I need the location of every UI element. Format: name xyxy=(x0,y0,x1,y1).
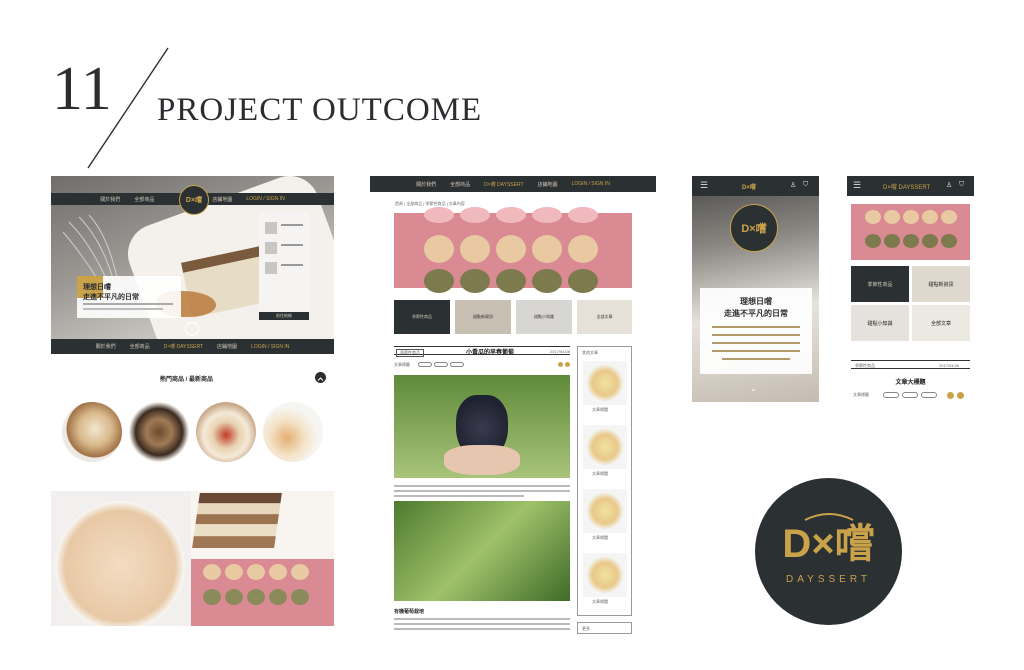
sidebar-thumb-1[interactable] xyxy=(583,361,627,405)
card-seasonal[interactable]: 季節性商品 xyxy=(394,300,450,334)
footer-products[interactable]: 全部商品 xyxy=(130,343,150,350)
checkout-button[interactable]: 前往結帳 xyxy=(259,312,309,320)
user-icon-2[interactable]: ♙ xyxy=(946,181,952,189)
mobile-article-mockup: ☰ D×嚐 DAYSSERT ♙ ⛉ 季節性商品 甜點新資訊 甜點小知識 全部文… xyxy=(847,176,974,408)
mobile1-scroll-icon[interactable]: ⌄ xyxy=(750,384,757,393)
m2-title: 文章大標題 xyxy=(895,380,926,386)
card-news[interactable]: 甜點新資訊 xyxy=(455,300,511,334)
mobile-home-mockup: ☰ D×嚐 ♙ ⛉ D×嚐 理想日嚐 走進不平凡的日常 ⌄ xyxy=(692,176,819,402)
article-date: 2017/04/26 xyxy=(550,349,571,354)
mobile1-nav-logo[interactable]: D×嚐 xyxy=(742,182,756,191)
mobile1-hero-card: 理想日嚐 走進不平凡的日常 xyxy=(700,288,812,374)
share-icon[interactable] xyxy=(957,392,964,399)
brand-logo-wordmark: DAYSSERT xyxy=(786,574,871,585)
product-circle-1[interactable] xyxy=(62,402,122,462)
mobile1-hero-line1: 理想日嚐 xyxy=(740,297,772,306)
m2-card-news[interactable]: 甜點新資訊 xyxy=(912,266,970,302)
article-nav-login[interactable]: LOGIN / SIGN IN xyxy=(572,181,610,187)
tiramisu-image xyxy=(192,493,282,548)
nav-products[interactable]: 全部商品 xyxy=(134,196,154,203)
sidebar-item-2[interactable]: 文章標題 xyxy=(592,471,608,477)
related-sidebar: 其他文章 文章標題 文章標題 文章標題 文章標題 xyxy=(577,346,632,616)
scroll-down-icon[interactable] xyxy=(185,322,199,336)
collapse-icon[interactable] xyxy=(315,372,326,383)
mobile2-nav: ☰ D×嚐 DAYSSERT ♙ ⛉ xyxy=(847,176,974,196)
nav-login[interactable]: LOGIN / SIGN IN xyxy=(246,196,284,202)
article-nav: 關於我們 全部商品 D×嚐 DAYSSERT 店鋪地圖 LOGIN / SIGN… xyxy=(370,176,656,192)
desktop-footer: 關於我們 全部商品 D×嚐 DAYSSERT 店鋪地圖 LOGIN / SIGN… xyxy=(51,339,334,354)
m2-keywords: 文章標籤 xyxy=(853,392,869,397)
article-title-bar: 季節性商品 小黃瓜的早春葡萄 2017/04/26 xyxy=(394,346,571,357)
dessert-collage xyxy=(51,491,334,626)
bottom-sidebar-box: 更多 xyxy=(577,622,632,634)
product-circle-3[interactable] xyxy=(196,402,256,462)
sidebar-thumb-4[interactable] xyxy=(583,553,627,597)
sidebar-thumb-3[interactable] xyxy=(583,489,627,533)
article-nav-about[interactable]: 關於我們 xyxy=(416,181,436,188)
sidebar-heading: 其他文章 xyxy=(582,350,598,355)
sidebar-item-4[interactable]: 文章標題 xyxy=(592,599,608,605)
grape-photo xyxy=(394,375,570,478)
menu-icon-2[interactable]: ☰ xyxy=(853,180,861,191)
mobile1-logo-circle: D×嚐 xyxy=(730,204,778,252)
card-knowledge[interactable]: 甜點小知識 xyxy=(516,300,572,334)
footer-logo: D×嚐 DAYSSERT xyxy=(163,344,204,350)
breadcrumb[interactable]: 首頁 | 全部商品 | 季節性商品 | 文章內容 xyxy=(395,201,465,207)
m2-tag-bar: 季節性商品 2017/04/26 xyxy=(851,360,970,369)
nav-map[interactable]: 店鋪地圖 xyxy=(212,196,232,203)
hero-line1: 理想日嚐 xyxy=(83,284,111,291)
mobile1-nav: ☰ D×嚐 ♙ ⛉ xyxy=(692,176,819,196)
cart-sidebar: 前往結帳 xyxy=(259,212,309,320)
article-nav-logo[interactable]: D×嚐 DAYSSERT xyxy=(484,181,523,188)
product-circle-2[interactable] xyxy=(129,402,189,462)
mobile2-nav-logo[interactable]: D×嚐 DAYSSERT xyxy=(883,182,930,191)
article-tag[interactable]: 季節性商品 xyxy=(396,349,424,357)
cart-icon-2[interactable]: ⛉ xyxy=(959,181,964,189)
footer-login[interactable]: LOGIN / SIGN IN xyxy=(251,344,289,350)
vineyard-photo xyxy=(394,501,570,601)
section-title: PROJECT OUTCOME xyxy=(157,92,483,128)
m2-card-seasonal[interactable]: 季節性商品 xyxy=(851,266,909,302)
macaron-photo xyxy=(191,559,334,626)
card-all[interactable]: 全部文章 xyxy=(577,300,632,334)
hero-line2: 走進不平凡的日常 xyxy=(83,294,139,301)
m2-date: 2017/04/26 xyxy=(939,363,960,368)
footer-about[interactable]: 關於我們 xyxy=(96,343,116,350)
brand-logo: D×嚐 DAYSSERT xyxy=(755,478,902,625)
sidebar-item-3[interactable]: 文章標題 xyxy=(592,535,608,541)
cart-icon[interactable]: ⛉ xyxy=(803,181,808,189)
footer-map[interactable]: 店鋪地圖 xyxy=(217,343,237,350)
brand-logo-mark: D×嚐 xyxy=(782,522,875,566)
section-heading: 有機葡萄栽培 xyxy=(394,609,425,615)
keywords-label: 文章標籤 xyxy=(394,362,410,367)
m2-card-all[interactable]: 全部文章 xyxy=(912,305,970,341)
article-hero-image xyxy=(394,207,632,293)
article-title: 小黃瓜的早春葡萄 xyxy=(466,350,515,356)
sidebar-thumb-2[interactable] xyxy=(583,425,627,469)
menu-icon[interactable]: ☰ xyxy=(700,180,708,191)
mobile1-hero-line2: 走進不平凡的日常 xyxy=(724,309,788,318)
article-nav-map[interactable]: 店鋪地圖 xyxy=(538,181,558,188)
desktop-logo[interactable]: D×嚐 xyxy=(179,185,209,215)
products-heading: 熱門商品 / 最新商品 xyxy=(160,377,214,383)
nav-about[interactable]: 關於我們 xyxy=(100,196,120,203)
m2-tag[interactable]: 季節性商品 xyxy=(855,363,875,369)
desktop-home-mockup: 關於我們 全部商品 店鋪地圖 LOGIN / SIGN IN D×嚐 理想日嚐 … xyxy=(51,176,334,354)
product-circle-4[interactable] xyxy=(263,402,323,462)
bottom-sidebar-label: 更多 xyxy=(582,626,590,631)
strawberry-tart xyxy=(55,501,185,626)
article-mockup: 關於我們 全部商品 D×嚐 DAYSSERT 店鋪地圖 LOGIN / SIGN… xyxy=(370,176,656,634)
mobile2-hero-image xyxy=(851,204,970,260)
user-icon[interactable]: ♙ xyxy=(790,181,796,189)
m2-card-knowledge[interactable]: 甜點小知識 xyxy=(851,305,909,341)
facebook-icon[interactable] xyxy=(947,392,954,399)
sidebar-item-1[interactable]: 文章標題 xyxy=(592,407,608,413)
article-nav-products[interactable]: 全部商品 xyxy=(450,181,470,188)
